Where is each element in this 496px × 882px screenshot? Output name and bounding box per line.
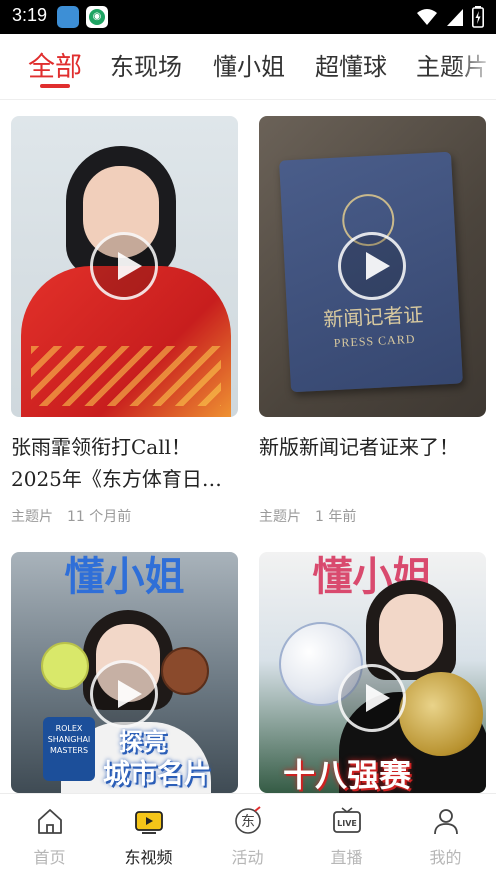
- play-icon[interactable]: [338, 664, 406, 732]
- nav-label: 首页: [33, 848, 66, 867]
- nav-home[interactable]: 首页: [0, 794, 99, 882]
- profile-icon: [434, 809, 458, 835]
- video-time: 11 个月前: [67, 509, 132, 525]
- play-icon[interactable]: [90, 660, 158, 728]
- video-title[interactable]: 新版新闻记者证来了！: [259, 431, 486, 463]
- video-thumbnail[interactable]: 懂小姐 十八强赛: [259, 552, 486, 793]
- svg-text:LIVE: LIVE: [337, 819, 357, 828]
- tab-all[interactable]: 全部: [28, 45, 82, 84]
- svg-text:东: 东: [241, 814, 255, 830]
- thumb-overlay-text: 城市名片: [103, 759, 211, 790]
- video-meta: 主题片 11 个月前: [11, 506, 131, 526]
- video-thumbnail[interactable]: 懂小姐 ROLEX SHANGHAI MASTERS 探亮 城市名片: [11, 552, 238, 793]
- video-thumbnail[interactable]: 新闻记者证 PRESS CARD: [259, 116, 486, 417]
- video-card[interactable]: 张雨霏领衔打Call！2025年《东方体育日… 主题片 11 个月前: [11, 116, 238, 536]
- play-icon[interactable]: [338, 232, 406, 300]
- nav-label: 活动: [231, 848, 264, 867]
- video-tag: 主题片: [259, 509, 301, 525]
- video-card[interactable]: 懂小姐 十八强赛: [259, 552, 486, 793]
- nav-label: 直播: [330, 848, 363, 867]
- nav-label: 我的: [429, 848, 462, 867]
- active-tab-indicator: [40, 84, 70, 88]
- nav-activity[interactable]: 东 活动: [198, 794, 297, 882]
- nav-video[interactable]: 东视频: [99, 794, 198, 882]
- nav-live[interactable]: LIVE 直播: [297, 794, 396, 882]
- system-status-icons: [416, 6, 484, 28]
- video-card[interactable]: 新闻记者证 PRESS CARD 新版新闻记者证来了！ 主题片 1 年前: [259, 116, 486, 536]
- home-icon: [38, 809, 62, 834]
- category-tabs: 全部 东现场 懂小姐 超懂球 主题片: [0, 34, 496, 100]
- video-feed[interactable]: 张雨霏领衔打Call！2025年《东方体育日… 主题片 11 个月前 新闻记者证 …: [0, 100, 496, 793]
- medal-icon: [399, 672, 483, 756]
- tournament-badge: ROLEX SHANGHAI MASTERS: [43, 717, 95, 781]
- mascot-icon: [161, 647, 209, 695]
- video-card[interactable]: 懂小姐 ROLEX SHANGHAI MASTERS 探亮 城市名片: [11, 552, 238, 793]
- status-bar: 3:19 ◉: [0, 0, 496, 34]
- thumb-overlay-text: 十八强赛: [283, 756, 412, 793]
- dong-activity-icon: 东: [235, 806, 261, 834]
- wifi-icon: [417, 9, 437, 25]
- video-time: 1 年前: [315, 509, 357, 525]
- notification-app-icon: [57, 6, 79, 28]
- video-title[interactable]: 张雨霏领衔打Call！2025年《东方体育日…: [11, 431, 238, 495]
- tennis-mascot-icon: [41, 642, 89, 690]
- status-time: 3:19: [12, 5, 48, 25]
- video-icon: [135, 811, 163, 834]
- video-tag: 主题片: [11, 509, 53, 525]
- press-card-title: 新闻记者证: [322, 302, 424, 332]
- bottom-navigation: 首页 东视频 东 活动 LIVE 直播 我的: [0, 793, 496, 882]
- nav-profile[interactable]: 我的: [396, 794, 495, 882]
- video-thumbnail[interactable]: [11, 116, 238, 417]
- host-face: [379, 594, 443, 672]
- tab-dong-xianchang[interactable]: 东现场: [110, 47, 182, 82]
- tab-dong-xiaojie[interactable]: 懂小姐: [213, 47, 285, 82]
- thumb-banner: 懂小姐: [312, 554, 433, 600]
- tab-chao-dongqiu[interactable]: 超懂球: [315, 47, 387, 82]
- live-icon: LIVE: [333, 807, 361, 833]
- thumb-banner: 懂小姐: [64, 554, 185, 600]
- battery-icon: [472, 6, 484, 28]
- video-meta: 主题片 1 年前: [259, 506, 356, 526]
- play-icon[interactable]: [90, 232, 158, 300]
- tabs-fade: [456, 34, 496, 99]
- signal-icon: [447, 9, 463, 26]
- app-icon: ◉: [86, 6, 108, 28]
- nav-label: 东视频: [124, 848, 173, 867]
- jacket-pattern: [31, 346, 221, 406]
